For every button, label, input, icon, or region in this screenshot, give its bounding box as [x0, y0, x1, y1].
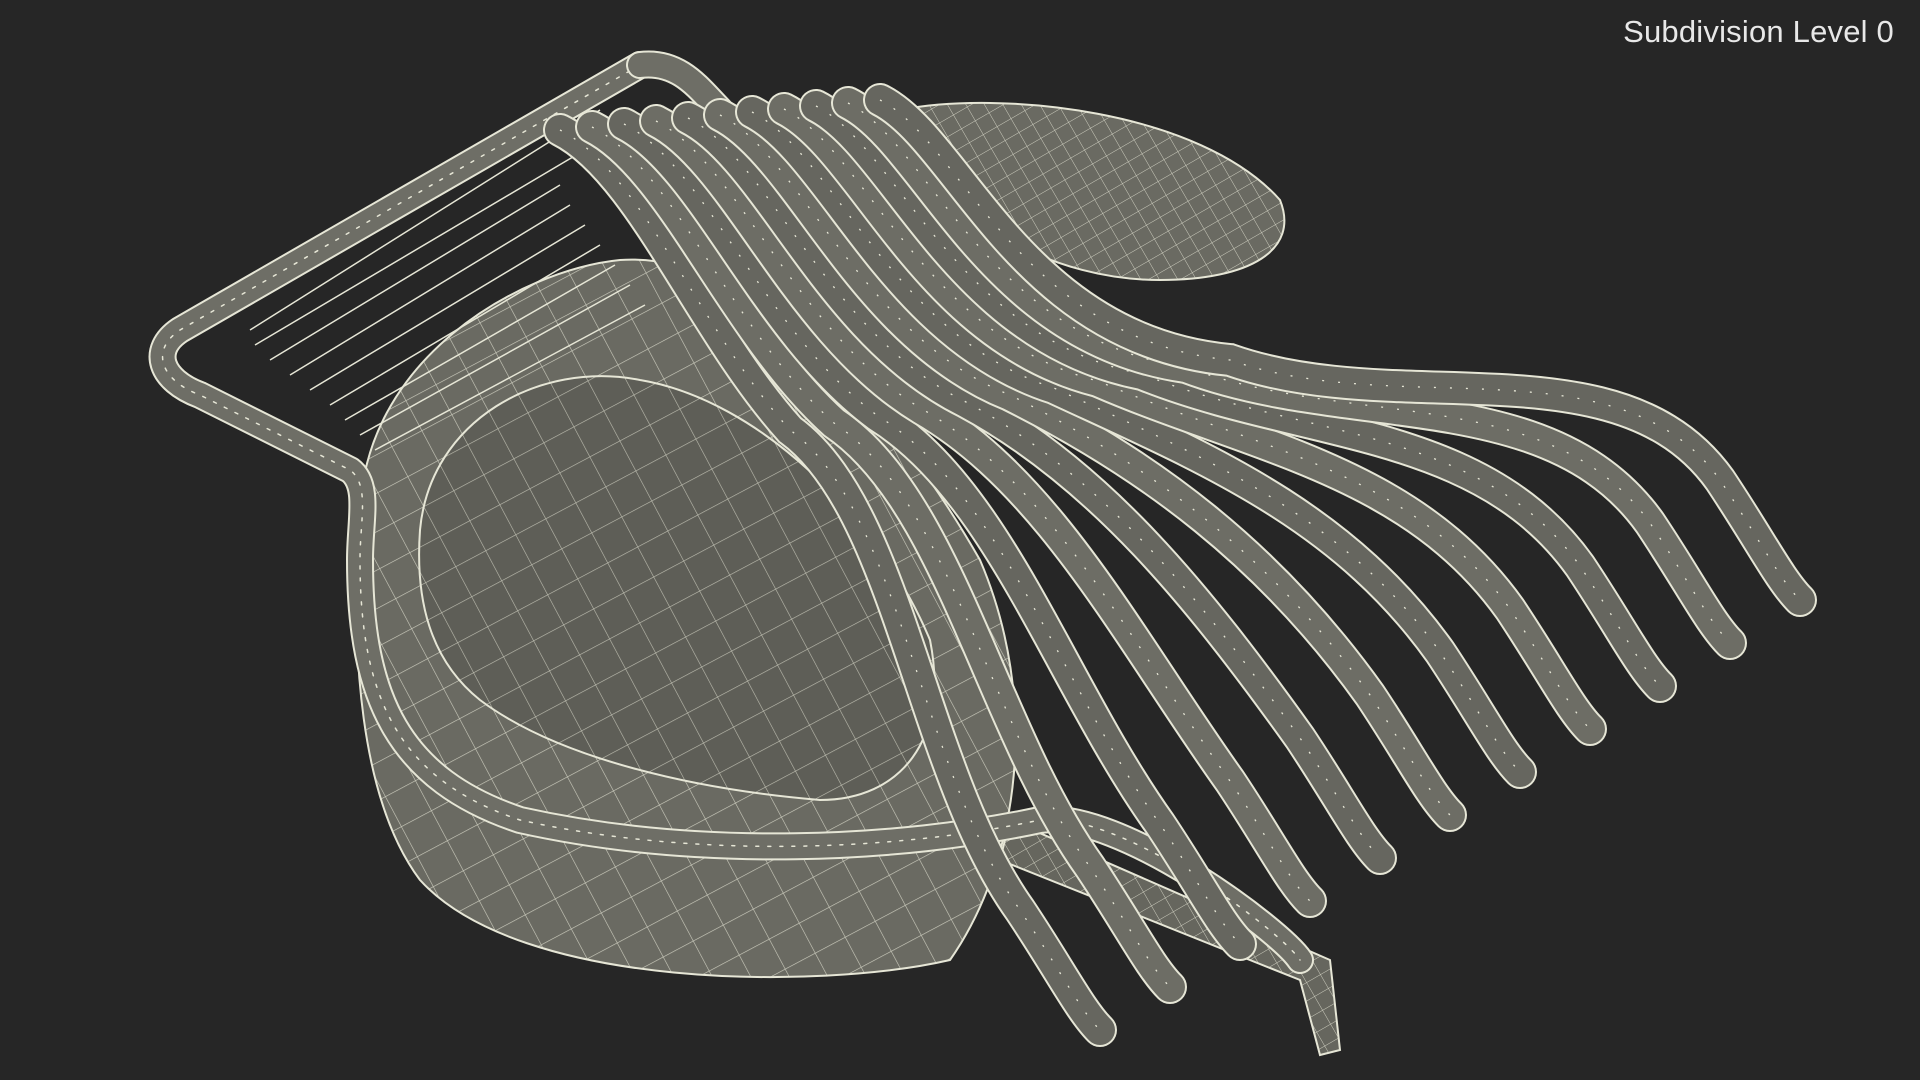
subdivision-level-label: Subdivision Level 0	[1623, 14, 1894, 49]
wireframe-render	[148, 50, 1817, 1057]
3d-viewport[interactable]: Subdivision Level 0	[0, 0, 1920, 1080]
